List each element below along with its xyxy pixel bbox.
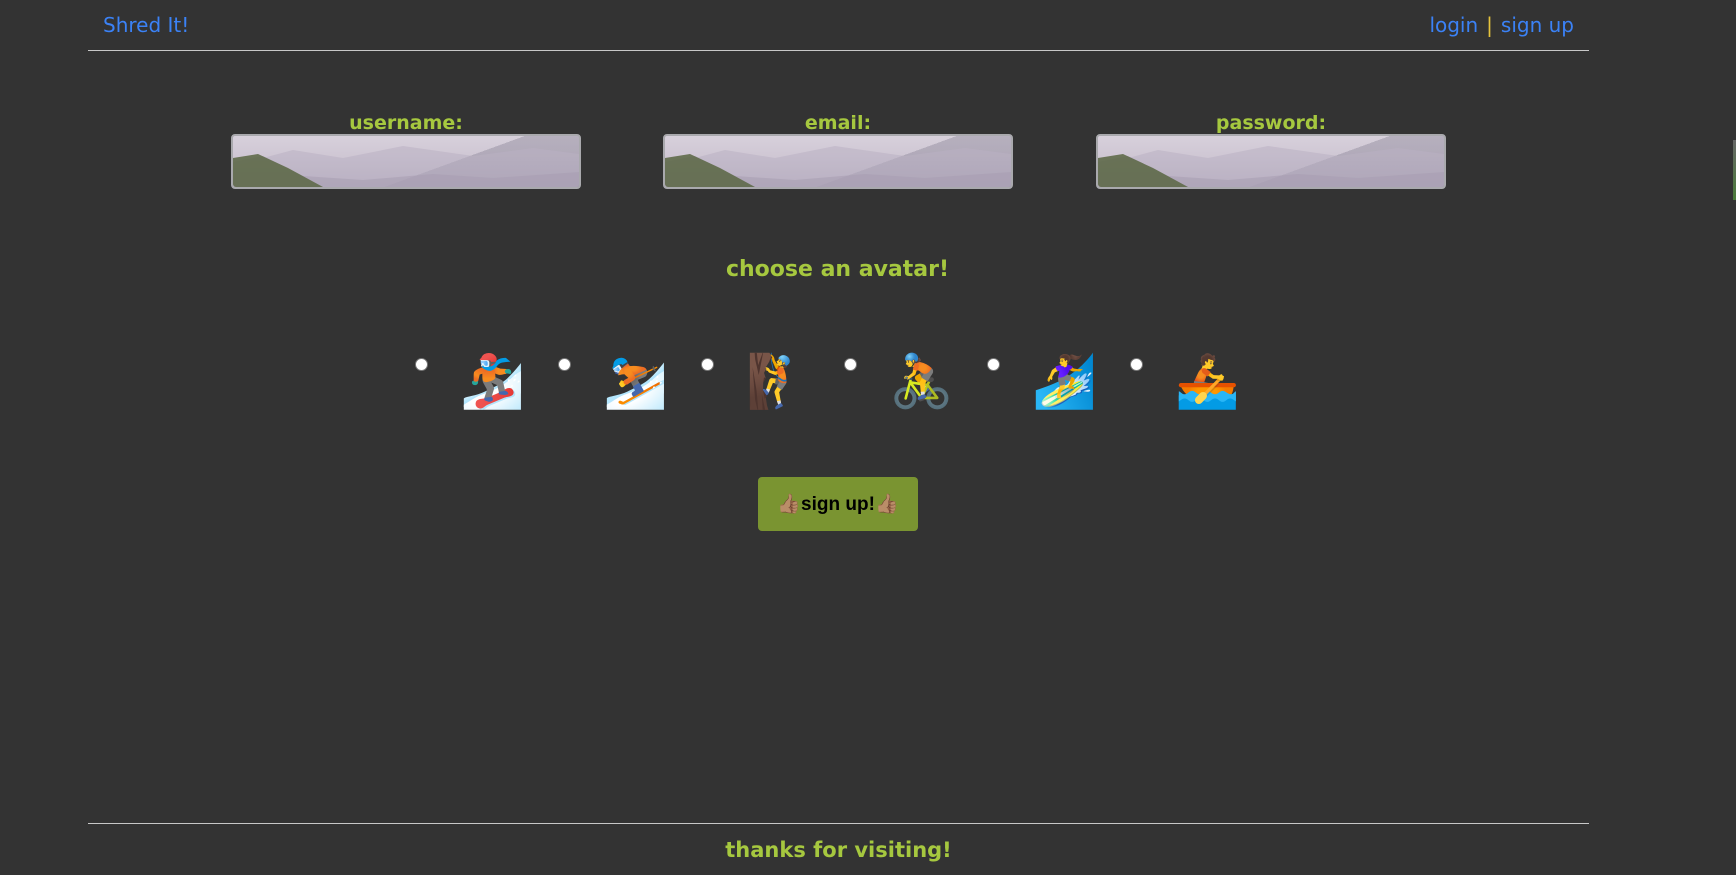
- password-input[interactable]: [1096, 134, 1446, 189]
- login-link[interactable]: login: [1429, 13, 1478, 37]
- password-group: password:: [1096, 112, 1446, 189]
- avatar-radio[interactable]: [701, 358, 714, 371]
- avatar-radio[interactable]: [844, 358, 857, 371]
- avatar-options: 🏂 ⛷️ 🧗 🚴 🏄‍♀️ 🚣: [0, 350, 1736, 420]
- footer-message: thanks for visiting!: [88, 823, 1589, 862]
- signup-submit-button[interactable]: 👍🏽sign up!👍🏽: [758, 477, 918, 531]
- username-input[interactable]: [231, 134, 581, 189]
- snowboarder-icon[interactable]: 🏂: [460, 350, 525, 414]
- avatar-heading: choose an avatar!: [725, 257, 950, 282]
- username-label: username:: [349, 112, 463, 134]
- signup-fields: username: email: password:: [0, 112, 1736, 192]
- brand-link[interactable]: Shred It!: [103, 13, 189, 37]
- page: Shred It! login | sign up username: email:: [0, 0, 1736, 875]
- avatar-radio[interactable]: [1130, 358, 1143, 371]
- thumbs-up-icon: 👍🏽: [777, 494, 802, 515]
- password-label: password:: [1215, 112, 1327, 134]
- signup-link[interactable]: sign up: [1501, 13, 1574, 37]
- email-input[interactable]: [663, 134, 1013, 189]
- email-label: email:: [804, 112, 872, 134]
- avatar-radio[interactable]: [415, 358, 428, 371]
- email-group: email:: [663, 112, 1013, 189]
- climber-icon[interactable]: 🧗: [746, 350, 811, 414]
- username-group: username:: [231, 112, 581, 189]
- avatar-radio[interactable]: [987, 358, 1000, 371]
- avatar-radio[interactable]: [558, 358, 571, 371]
- cyclist-icon[interactable]: 🚴: [889, 350, 954, 414]
- top-nav: Shred It! login | sign up: [88, 0, 1589, 51]
- thumbs-up-icon: 👍🏽: [874, 494, 899, 515]
- skier-icon[interactable]: ⛷️: [603, 350, 668, 414]
- nav-separator: |: [1486, 13, 1493, 37]
- signup-submit-label: sign up!: [801, 494, 875, 515]
- surfer-icon[interactable]: 🏄‍♀️: [1032, 350, 1097, 414]
- rowboat-icon[interactable]: 🚣: [1175, 350, 1240, 414]
- auth-nav: login | sign up: [1429, 13, 1574, 37]
